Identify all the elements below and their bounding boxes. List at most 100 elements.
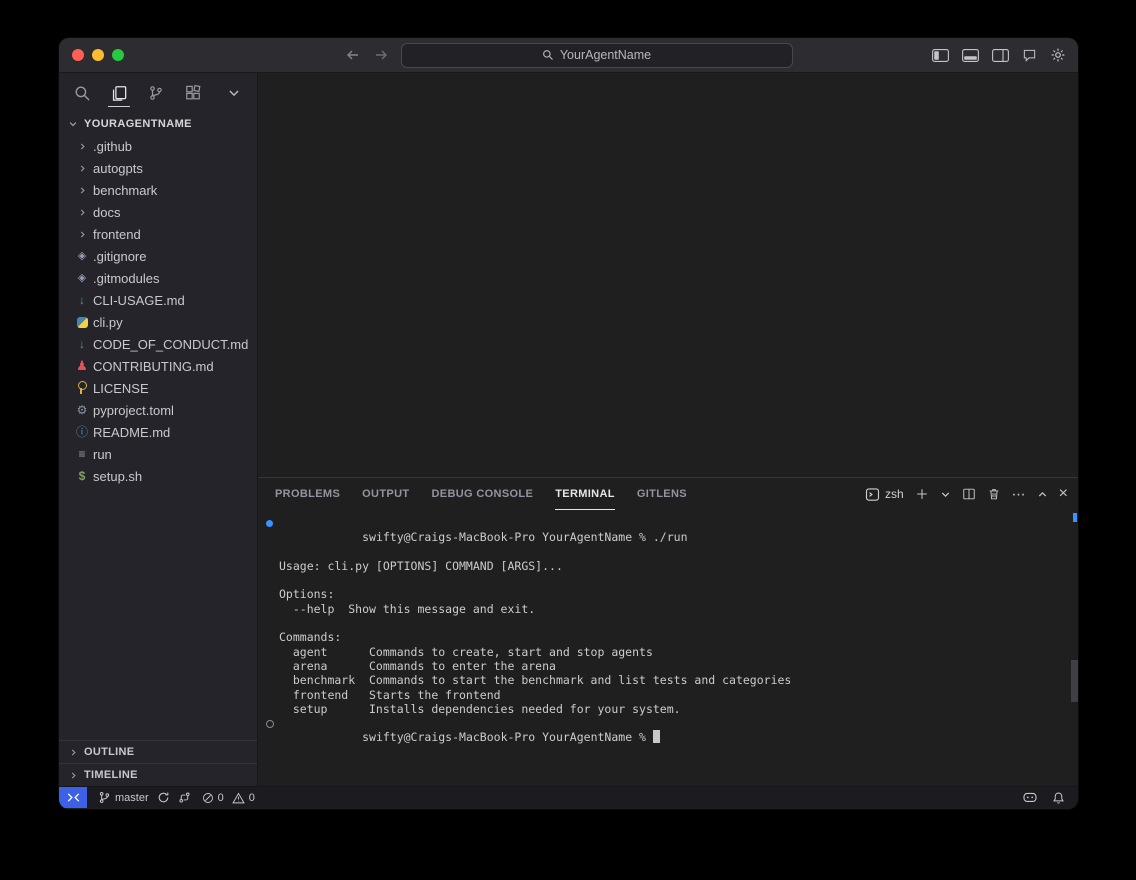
terminal-line	[279, 616, 1064, 630]
tab-problems[interactable]: PROBLEMS	[275, 478, 340, 510]
terminal-line: agent Commands to create, start and stop…	[279, 645, 1064, 659]
markdown-icon: ↓	[74, 338, 90, 350]
status-bar: master 0 0	[59, 786, 1078, 808]
shell-file-icon: $	[74, 470, 90, 482]
back-arrow-icon[interactable]	[345, 48, 361, 62]
close-panel-button[interactable]: ×	[1059, 486, 1068, 502]
split-terminal-button[interactable]	[962, 487, 976, 501]
close-window-button[interactable]	[72, 49, 84, 61]
tree-item-readme-md[interactable]: ⓘ README.md	[59, 421, 257, 443]
terminal-prompt-line: swifty@Craigs-MacBook-Pro YourAgentName …	[279, 716, 1064, 759]
minimize-window-button[interactable]	[92, 49, 104, 61]
terminal-content[interactable]: swifty@Craigs-MacBook-Pro YourAgentName …	[258, 510, 1078, 786]
layout-sidebar-toggle[interactable]	[932, 49, 949, 62]
sync-status[interactable]	[157, 791, 170, 804]
chevron-down-icon	[65, 119, 81, 129]
command-success-decoration	[266, 520, 273, 527]
command-pending-decoration	[266, 720, 274, 728]
outline-section[interactable]: OUTLINE	[59, 740, 257, 763]
zoom-window-button[interactable]	[112, 49, 124, 61]
terminal-line: frontend Starts the frontend	[279, 688, 1064, 702]
tree-item-setup-sh[interactable]: $ setup.sh	[59, 465, 257, 487]
explorer-view-icon[interactable]	[108, 77, 130, 109]
extensions-view-icon[interactable]	[182, 77, 204, 109]
chevron-right-icon	[74, 186, 90, 195]
tree-item-gitignore[interactable]: ◈ .gitignore	[59, 245, 257, 267]
new-terminal-button[interactable]	[915, 487, 929, 501]
tree-item-contributing-md[interactable]: ♟ CONTRIBUTING.md	[59, 355, 257, 377]
bell-icon[interactable]	[1052, 791, 1065, 805]
tab-terminal[interactable]: TERMINAL	[555, 478, 615, 510]
tree-item-cli-py[interactable]: cli.py	[59, 311, 257, 333]
tree-item-code-of-conduct-md[interactable]: ↓ CODE_OF_CONDUCT.md	[59, 333, 257, 355]
terminal-line: --help Show this message and exit.	[279, 602, 1064, 616]
chevron-right-icon	[74, 230, 90, 239]
forward-arrow-icon[interactable]	[373, 48, 389, 62]
file-explorer-tree: YOURAGENTNAME .github autogpts benchmark…	[59, 113, 257, 487]
search-view-icon[interactable]	[71, 77, 93, 109]
terminal-cursor	[653, 730, 660, 743]
info-icon: ⓘ	[74, 426, 90, 438]
chevron-down-icon[interactable]	[223, 77, 245, 109]
chevron-right-icon	[74, 208, 90, 217]
copilot-icon[interactable]	[1022, 791, 1038, 805]
terminal-scrollbar[interactable]	[1071, 660, 1078, 702]
tab-gitlens[interactable]: GITLENS	[637, 478, 687, 510]
tree-item-run[interactable]: ≡ run	[59, 443, 257, 465]
tab-output[interactable]: OUTPUT	[362, 478, 409, 510]
branch-compare-status[interactable]	[178, 791, 191, 804]
root-folder-label: YOURAGENTNAME	[84, 118, 192, 130]
chat-icon[interactable]	[1022, 48, 1037, 63]
more-actions-button[interactable]: ⋯	[1012, 487, 1026, 501]
terminal-line: Options:	[279, 587, 1064, 601]
python-icon	[74, 317, 90, 328]
git-branch-icon	[98, 791, 111, 804]
tree-item-docs[interactable]: docs	[59, 201, 257, 223]
command-center-search[interactable]: YourAgentName	[401, 43, 793, 68]
tree-item-gitmodules[interactable]: ◈ .gitmodules	[59, 267, 257, 289]
traffic-lights	[72, 38, 124, 72]
git-file-icon: ◈	[74, 272, 90, 284]
terminal-line: arena Commands to enter the arena	[279, 659, 1064, 673]
contributing-icon: ♟	[74, 360, 90, 372]
timeline-section[interactable]: TIMELINE	[59, 763, 257, 786]
tree-item-pyproject-toml[interactable]: ⚙ pyproject.toml	[59, 399, 257, 421]
tree-item-benchmark[interactable]: benchmark	[59, 179, 257, 201]
tab-debug-console[interactable]: DEBUG CONSOLE	[431, 478, 533, 510]
tree-item-github[interactable]: .github	[59, 135, 257, 157]
branch-compare-icon	[178, 791, 191, 804]
terminal-shell-selector[interactable]: zsh	[865, 487, 904, 502]
maximize-panel-button[interactable]	[1037, 489, 1048, 500]
layout-secondary-sidebar-toggle[interactable]	[992, 49, 1009, 62]
gear-icon[interactable]	[1050, 47, 1066, 63]
branch-status[interactable]: master	[98, 791, 149, 804]
terminal-dropdown-button[interactable]	[940, 489, 951, 500]
markdown-icon: ↓	[74, 294, 90, 306]
tree-item-autogpts[interactable]: autogpts	[59, 157, 257, 179]
git-file-icon: ◈	[74, 250, 90, 262]
terminal-icon	[865, 487, 880, 502]
license-key-icon	[74, 384, 90, 393]
tree-item-cli-usage-md[interactable]: ↓ CLI-USAGE.md	[59, 289, 257, 311]
remote-indicator[interactable]	[59, 787, 87, 808]
problems-status[interactable]: 0 0	[202, 792, 255, 804]
chevron-right-icon	[65, 771, 81, 780]
text-file-icon: ≡	[74, 448, 90, 460]
activity-bar	[59, 73, 257, 113]
kill-terminal-button[interactable]	[987, 487, 1001, 501]
sidebar: YOURAGENTNAME .github autogpts benchmark…	[59, 73, 258, 786]
terminal-command-line: swifty@Craigs-MacBook-Pro YourAgentName …	[279, 516, 1064, 559]
tree-item-license[interactable]: LICENSE	[59, 377, 257, 399]
terminal-line: benchmark Commands to start the benchmar…	[279, 673, 1064, 687]
editor-empty-area	[258, 73, 1078, 477]
terminal-line	[279, 573, 1064, 587]
terminal-line: Commands:	[279, 630, 1064, 644]
chevron-right-icon	[74, 142, 90, 151]
warning-icon	[232, 792, 245, 804]
vscode-window: YourAgentName	[59, 38, 1078, 809]
command-center-label: YourAgentName	[560, 48, 651, 62]
tree-root[interactable]: YOURAGENTNAME	[59, 113, 257, 135]
tree-item-frontend[interactable]: frontend	[59, 223, 257, 245]
layout-panel-toggle[interactable]	[962, 49, 979, 62]
source-control-view-icon[interactable]	[145, 77, 167, 109]
